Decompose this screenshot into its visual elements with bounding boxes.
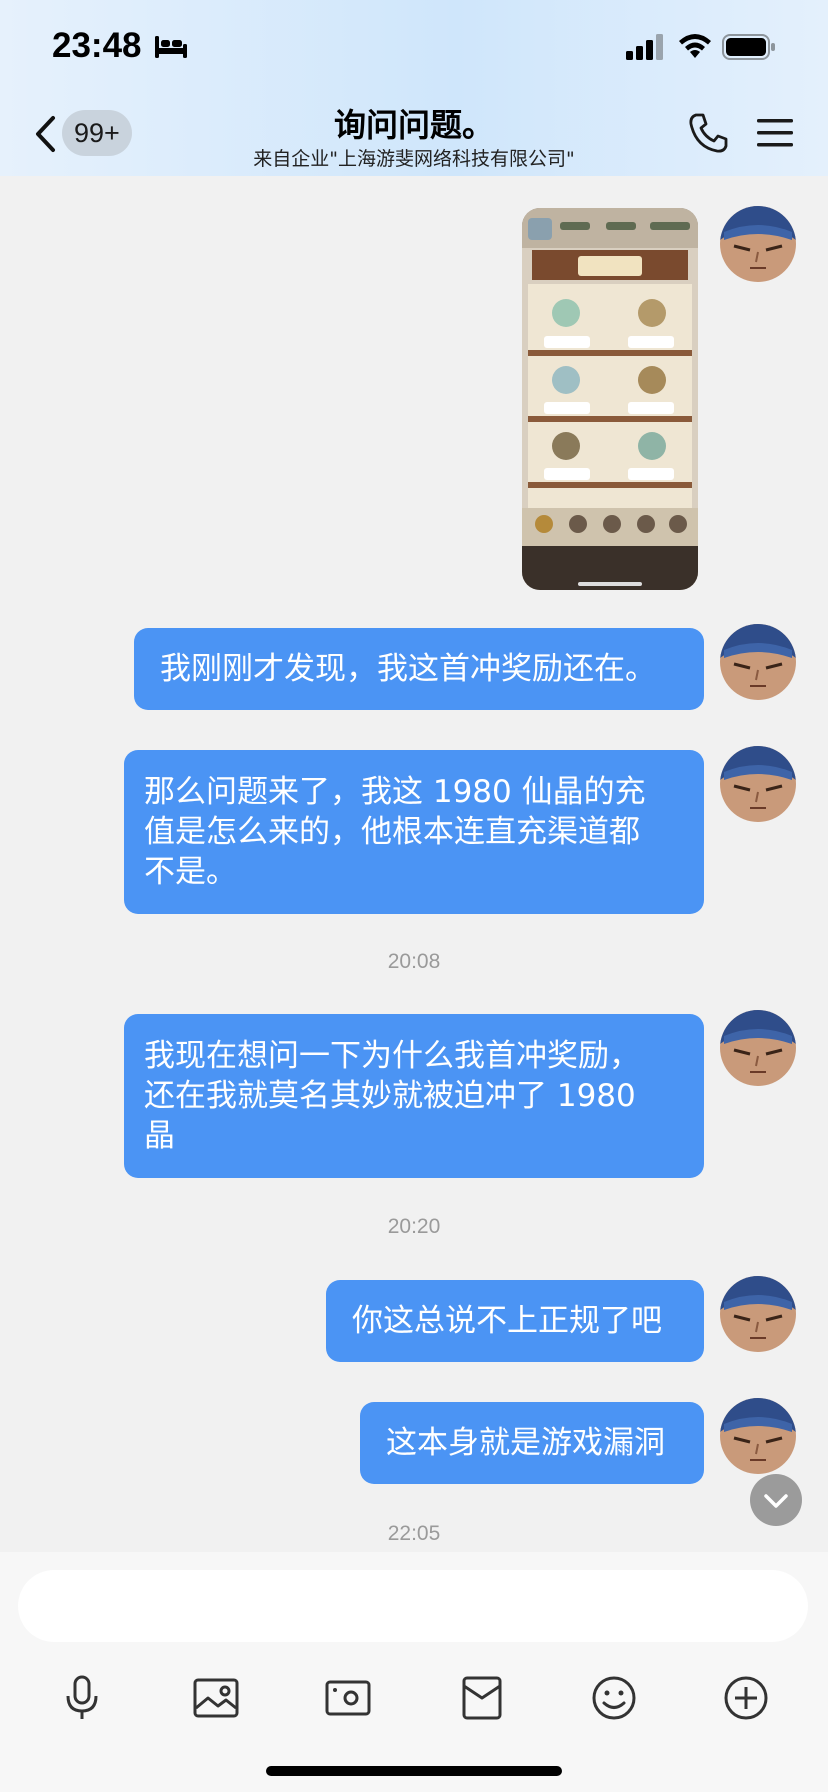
message-input[interactable] [18,1570,808,1642]
message-text: 我刚刚才发现，我这首冲奖励还在。 [160,651,656,687]
avatar[interactable] [720,1010,796,1086]
status-time: 23:48 [52,26,142,65]
message-line: 值是怎么来的，他根本连直充渠道都 [144,814,640,850]
message-line: 不是。 [144,854,237,890]
message-bubble[interactable]: 这本身就是游戏漏洞 [360,1402,704,1484]
message-line: 还在我就莫名其妙就被迫冲了 1980 [144,1078,636,1114]
wifi-icon [679,34,711,58]
microphone-icon[interactable] [58,1674,106,1722]
avatar[interactable] [720,206,796,282]
game-shop-screenshot [522,208,698,590]
message-line: 晶 [144,1118,175,1154]
chat-screen: 23:48 99+ 询问问题。 来自企业"上海游斐网络科技有限公司" 我刚刚才发… [0,0,828,1792]
red-packet-icon[interactable] [458,1674,506,1722]
message-line: 那么问题来了，我这 1980 仙晶的充 [144,774,646,810]
chevron-down-icon [764,1494,788,1508]
timestamp: 22:05 [387,1522,441,1545]
message-text: 你这总说不上正规了吧 [352,1303,662,1339]
menu-icon[interactable] [756,116,794,150]
home-indicator [266,1766,562,1776]
chat-nav-bar: 99+ 询问问题。 来自企业"上海游斐网络科技有限公司" [0,96,828,176]
message-bubble[interactable]: 我现在想问一下为什么我首冲奖励， 还在我就莫名其妙就被迫冲了 1980 晶 [124,1014,704,1178]
message-bubble[interactable]: 我刚刚才发现，我这首冲奖励还在。 [134,628,704,710]
sleep-focus-icon [155,36,187,58]
plus-icon[interactable] [722,1674,770,1722]
header: 23:48 99+ 询问问题。 来自企业"上海游斐网络科技有限公司" [0,0,828,176]
battery-icon [722,34,775,60]
avatar[interactable] [720,624,796,700]
emoji-icon[interactable] [590,1674,638,1722]
avatar[interactable] [720,1276,796,1352]
photo-icon[interactable] [192,1674,240,1722]
timestamp: 20:20 [387,1215,441,1238]
scroll-to-bottom-button[interactable] [750,1474,802,1526]
avatar[interactable] [720,746,796,822]
composer [0,1552,828,1792]
message-text: 这本身就是游戏漏洞 [386,1425,665,1461]
message-bubble[interactable]: 你这总说不上正规了吧 [326,1280,704,1362]
image-message[interactable] [522,208,698,590]
avatar[interactable] [720,1398,796,1474]
cellular-signal-icon [626,34,663,60]
camera-icon[interactable] [324,1674,372,1722]
message-line: 我现在想问一下为什么我首冲奖励， [144,1038,640,1074]
phone-call-icon[interactable] [688,112,728,154]
message-bubble[interactable]: 那么问题来了，我这 1980 仙晶的充 值是怎么来的，他根本连直充渠道都 不是。 [124,750,704,914]
status-bar: 23:48 [0,0,828,96]
timestamp: 20:08 [387,950,441,973]
